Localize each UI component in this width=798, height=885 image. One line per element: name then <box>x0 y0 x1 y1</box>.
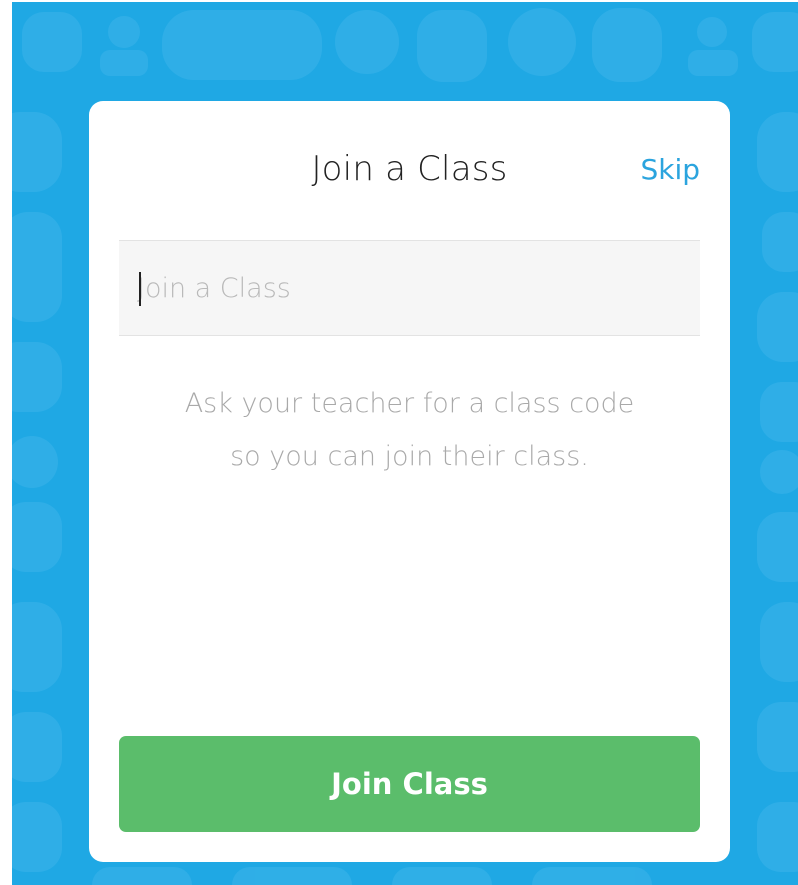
join-class-dialog: Join a Class Skip Ask your teacher for a… <box>89 101 730 862</box>
join-class-button[interactable]: Join Class <box>119 736 700 832</box>
dialog-title: Join a Class <box>311 149 508 189</box>
skip-link[interactable]: Skip <box>640 153 700 186</box>
text-caret <box>139 272 141 306</box>
class-code-field[interactable] <box>119 240 700 336</box>
class-code-input[interactable] <box>137 241 687 335</box>
join-class-hint: Ask your teacher for a class code so you… <box>184 388 635 472</box>
